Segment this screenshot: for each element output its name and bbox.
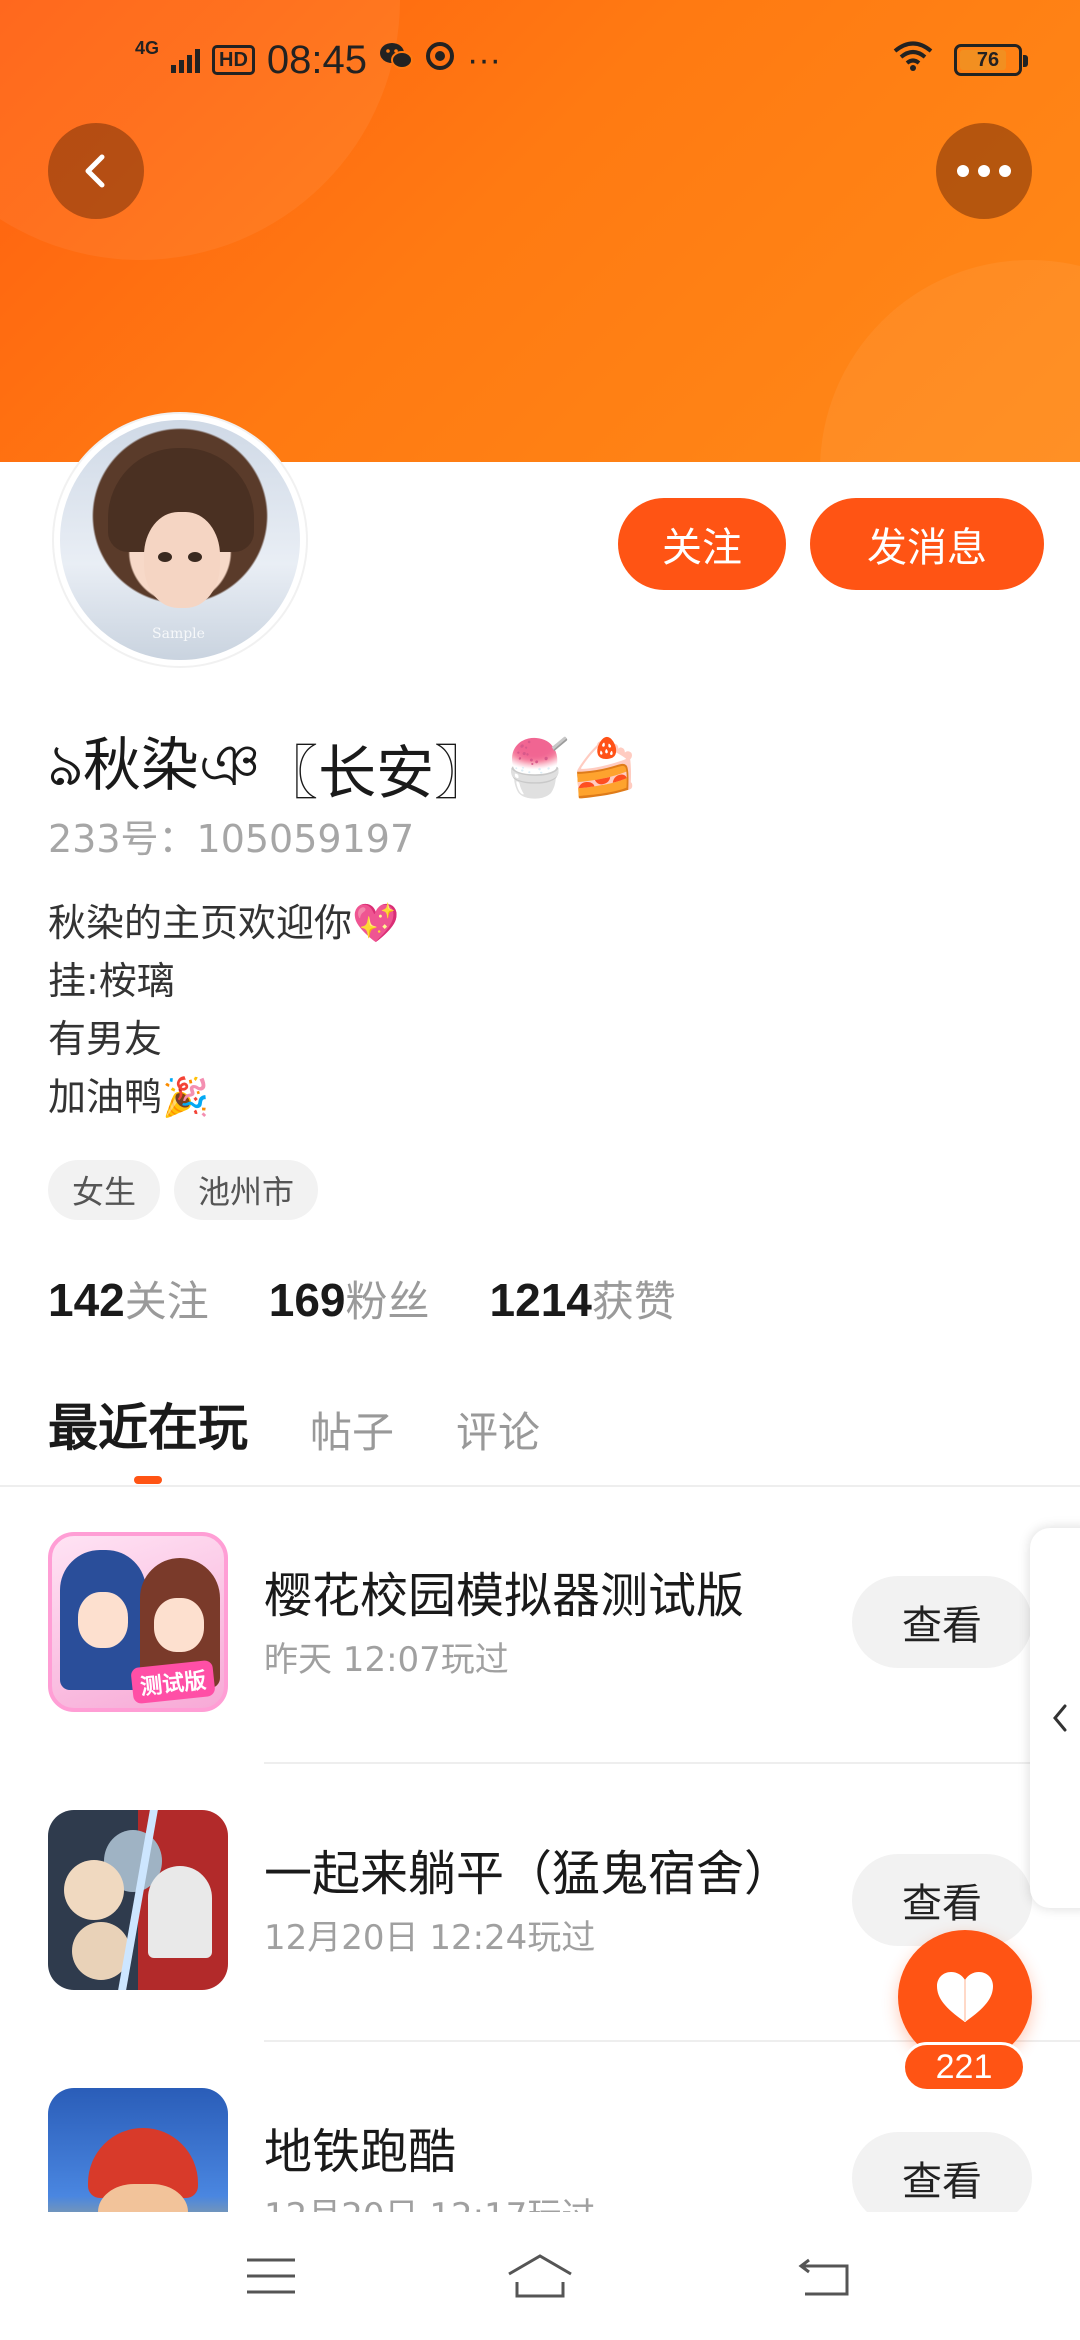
- last-played: 12月20日 12:24玩过: [264, 1918, 596, 1958]
- user-id: 233号：105059197: [48, 817, 415, 861]
- wechat-icon: [379, 41, 414, 79]
- tab-posts[interactable]: 帖子: [310, 1399, 394, 1460]
- app-notification-icon: [425, 41, 455, 79]
- signal-icon: [171, 47, 201, 73]
- stat-followers[interactable]: 169 粉丝: [269, 1268, 430, 1329]
- more-dots-icon: [957, 165, 1011, 177]
- side-drawer-handle[interactable]: [1030, 1528, 1080, 1908]
- game-title: 一起来躺平（猛鬼宿舍）: [264, 1846, 793, 1902]
- bio-line: 加油鸭🎉: [48, 1075, 210, 1119]
- last-played: 12月20日 12:17玩过: [264, 2188, 595, 2212]
- nav-back-button[interactable]: [790, 2246, 860, 2306]
- list-item[interactable]: 测试版 樱花校园模拟器测试版 昨天 12:07玩过 查看: [0, 1486, 1080, 1764]
- avatar[interactable]: Sample: [54, 414, 306, 666]
- name-emojis: 🍧🍰: [500, 736, 640, 801]
- status-bar: 4G HD 08:45 ··· 76: [0, 30, 1080, 90]
- follow-button[interactable]: 关注: [618, 498, 786, 590]
- last-played: 昨天 12:07玩过: [264, 1640, 509, 1680]
- tab-recently-played[interactable]: 最近在玩: [48, 1388, 248, 1484]
- view-button[interactable]: 查看: [852, 2132, 1032, 2212]
- send-message-button[interactable]: 发消息: [810, 498, 1044, 590]
- back-button[interactable]: [48, 123, 144, 219]
- game-icon: [48, 1810, 228, 1990]
- like-count: 221: [902, 2042, 1026, 2092]
- stat-following[interactable]: 142 关注: [48, 1268, 209, 1329]
- bio-line: 挂:桉璃: [48, 959, 175, 1003]
- bio: 秋染的主页欢迎你💖 挂:桉璃 有男友 加油鸭🎉: [48, 894, 399, 1126]
- tab-comments[interactable]: 评论: [456, 1399, 540, 1460]
- game-icon: [48, 2088, 228, 2212]
- name-main: ঌ秋染ঞ: [48, 731, 261, 799]
- game-title: 地铁跑酷: [264, 2124, 457, 2180]
- menu-icon: [247, 2258, 295, 2294]
- tag-location: 池州市: [174, 1160, 319, 1220]
- hd-badge: HD: [212, 45, 255, 75]
- profile-banner: 4G HD 08:45 ··· 76: [0, 0, 1080, 462]
- heart-icon: [937, 1972, 993, 2022]
- profile-tabs: 最近在玩 帖子 评论: [48, 1388, 540, 1484]
- wifi-icon: [892, 39, 934, 82]
- view-button[interactable]: 查看: [852, 1854, 1032, 1946]
- name-bracket: 〖长安〗: [260, 739, 493, 807]
- profile-name: ঌ秋染ঞ 〖长安〗 🍧🍰: [48, 718, 640, 818]
- battery-level: 76: [976, 48, 1000, 71]
- clock: 08:45: [266, 37, 368, 82]
- stat-likes[interactable]: 1214 获赞: [490, 1268, 676, 1329]
- tag-gender: 女生: [48, 1160, 161, 1220]
- avatar-image: Sample: [60, 420, 300, 660]
- nav-menu-button[interactable]: [236, 2246, 306, 2306]
- nav-home-button[interactable]: [505, 2246, 575, 2306]
- battery-icon: 76: [954, 44, 1028, 76]
- screen: 4G HD 08:45 ··· 76 Sample 关注 发消息 ঌ秋染ঞ 〖长…: [0, 0, 1080, 2340]
- back-icon: [798, 2258, 849, 2296]
- game-icon: 测试版: [48, 1532, 228, 1712]
- bio-line: 秋染的主页欢迎你💖: [48, 901, 400, 945]
- chevron-left-icon: [1053, 1704, 1067, 1732]
- chevron-left-icon: [85, 154, 105, 188]
- system-nav-bar: [0, 2212, 1080, 2340]
- more-notifications: ···: [467, 40, 501, 79]
- profile-tags: 女生 池州市: [48, 1160, 319, 1220]
- game-title: 樱花校园模拟器测试版: [264, 1568, 745, 1624]
- active-tab-indicator: [134, 1476, 162, 1484]
- network-type: 4G: [135, 38, 160, 58]
- profile-stats: 142 关注 169 粉丝 1214 获赞: [48, 1268, 676, 1329]
- more-options-button[interactable]: [936, 123, 1032, 219]
- bio-line: 有男友: [48, 1017, 163, 1061]
- view-button[interactable]: 查看: [852, 1576, 1032, 1668]
- home-icon: [508, 2254, 572, 2298]
